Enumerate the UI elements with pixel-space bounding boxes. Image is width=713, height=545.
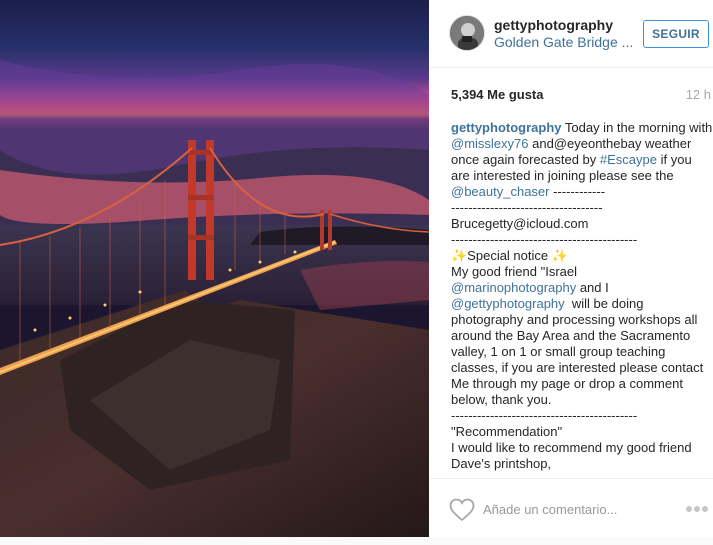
caption: gettyphotography Today in the morning wi… xyxy=(451,120,713,472)
comments-list[interactable]: gettyphotography Today in the morning wi… xyxy=(451,120,713,478)
more-options-icon[interactable] xyxy=(685,505,709,513)
comment-input[interactable] xyxy=(483,498,673,520)
caption-segment: will be doing photography and processing… xyxy=(451,296,704,471)
mention-link[interactable]: #Escaype xyxy=(600,152,657,167)
page-bottom-edge xyxy=(0,537,713,545)
caption-text: Today in the morning with @misslexy76 an… xyxy=(451,120,713,471)
mention-link[interactable]: @beauty_chaser xyxy=(451,184,549,199)
likes-count[interactable]: 5,394 Me gusta xyxy=(451,87,544,102)
mention-link[interactable]: @gettyphotography xyxy=(451,296,565,311)
caption-username[interactable]: gettyphotography xyxy=(451,120,562,135)
caption-segment: and I xyxy=(579,280,609,295)
mention-link[interactable]: @misslexy76 xyxy=(451,136,529,151)
post-stats: 5,394 Me gusta 12 h xyxy=(451,87,711,105)
mention-link[interactable]: @marinophotography xyxy=(451,280,576,295)
post-footer xyxy=(429,478,713,537)
username-link[interactable]: gettyphotography xyxy=(494,17,613,33)
location-link[interactable]: Golden Gate Bridge ... xyxy=(494,34,633,50)
post-header: gettyphotography Golden Gate Bridge ... … xyxy=(429,0,713,68)
follow-button[interactable]: SEGUIR xyxy=(643,20,709,48)
post-time[interactable]: 12 h xyxy=(686,87,711,102)
post-photo[interactable] xyxy=(0,0,429,537)
caption-segment: Today in the morning with xyxy=(564,120,713,135)
heart-icon[interactable] xyxy=(449,498,475,522)
post-details-panel: gettyphotography Golden Gate Bridge ... … xyxy=(429,0,713,537)
avatar[interactable] xyxy=(449,15,485,51)
